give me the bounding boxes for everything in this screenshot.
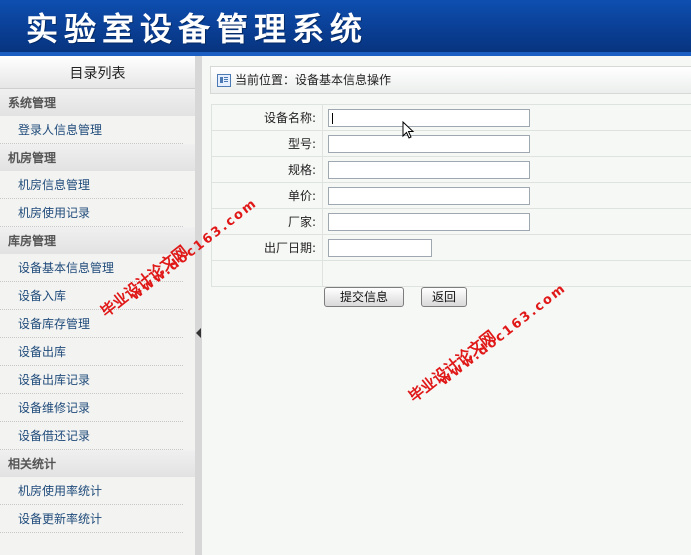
collapse-arrow-icon[interactable] xyxy=(196,328,201,338)
equipment-name-input[interactable] xyxy=(328,108,530,127)
sidebar-item-room-usage[interactable]: 机房使用记录 xyxy=(0,199,183,227)
sidebar-group-statistics[interactable]: 相关统计 xyxy=(0,450,195,477)
manufacturer-input[interactable] xyxy=(328,212,530,231)
submit-button[interactable]: 提交信息 xyxy=(324,287,404,307)
field-label-date: 出厂日期: xyxy=(211,234,323,261)
breadcrumb: 当前位置：设备基本信息操作 xyxy=(210,66,691,94)
sidebar-item-repair-log[interactable]: 设备维修记录 xyxy=(0,394,183,422)
field-label-model: 型号: xyxy=(211,130,323,157)
sidebar-item-stock-out[interactable]: 设备出库 xyxy=(0,338,183,366)
model-input[interactable] xyxy=(328,134,530,153)
sidebar-title: 目录列表 xyxy=(0,56,195,89)
form-row: 厂家: xyxy=(211,208,691,235)
price-input[interactable] xyxy=(328,186,530,205)
sidebar-item-stock-out-log[interactable]: 设备出库记录 xyxy=(0,366,183,394)
mouse-cursor-icon xyxy=(402,121,415,139)
back-button[interactable]: 返回 xyxy=(421,287,467,307)
field-label-price: 单价: xyxy=(211,182,323,209)
app-header: 实验室设备管理系统 xyxy=(0,0,691,56)
form-row: 型号: xyxy=(211,130,691,157)
sidebar-item-room-info[interactable]: 机房信息管理 xyxy=(0,171,183,199)
sidebar-item-borrow-log[interactable]: 设备借还记录 xyxy=(0,422,183,450)
sidebar-item-login-user[interactable]: 登录人信息管理 xyxy=(0,116,183,144)
main-content: 当前位置：设备基本信息操作 设备名称: 型号: 规格: 单价: 厂家: 出厂日期… xyxy=(202,56,691,555)
app-title: 实验室设备管理系统 xyxy=(26,10,369,48)
breadcrumb-text: 当前位置：设备基本信息操作 xyxy=(235,73,392,87)
sidebar-item-room-usage-stats[interactable]: 机房使用率统计 xyxy=(0,477,183,505)
spec-input[interactable] xyxy=(328,160,530,179)
sidebar-group-system[interactable]: 系统管理 xyxy=(0,89,195,116)
field-label-name: 设备名称: xyxy=(211,104,323,131)
sidebar-collapse-bar[interactable] xyxy=(195,56,202,555)
manufacture-date-input[interactable] xyxy=(328,238,432,257)
equipment-form: 设备名称: 型号: 规格: 单价: 厂家: 出厂日期: xyxy=(211,104,691,287)
sidebar-item-update-rate-stats[interactable]: 设备更新率统计 xyxy=(0,505,183,533)
page-icon xyxy=(217,74,231,87)
field-label-spec: 规格: xyxy=(211,156,323,183)
sidebar-item-inventory[interactable]: 设备库存管理 xyxy=(0,310,183,338)
sidebar-group-lab-room[interactable]: 机房管理 xyxy=(0,144,195,171)
form-row: 设备名称: xyxy=(211,104,691,131)
form-row: 规格: xyxy=(211,156,691,183)
form-row: 出厂日期: xyxy=(211,234,691,261)
form-button-row xyxy=(211,260,691,287)
form-row: 单价: xyxy=(211,182,691,209)
